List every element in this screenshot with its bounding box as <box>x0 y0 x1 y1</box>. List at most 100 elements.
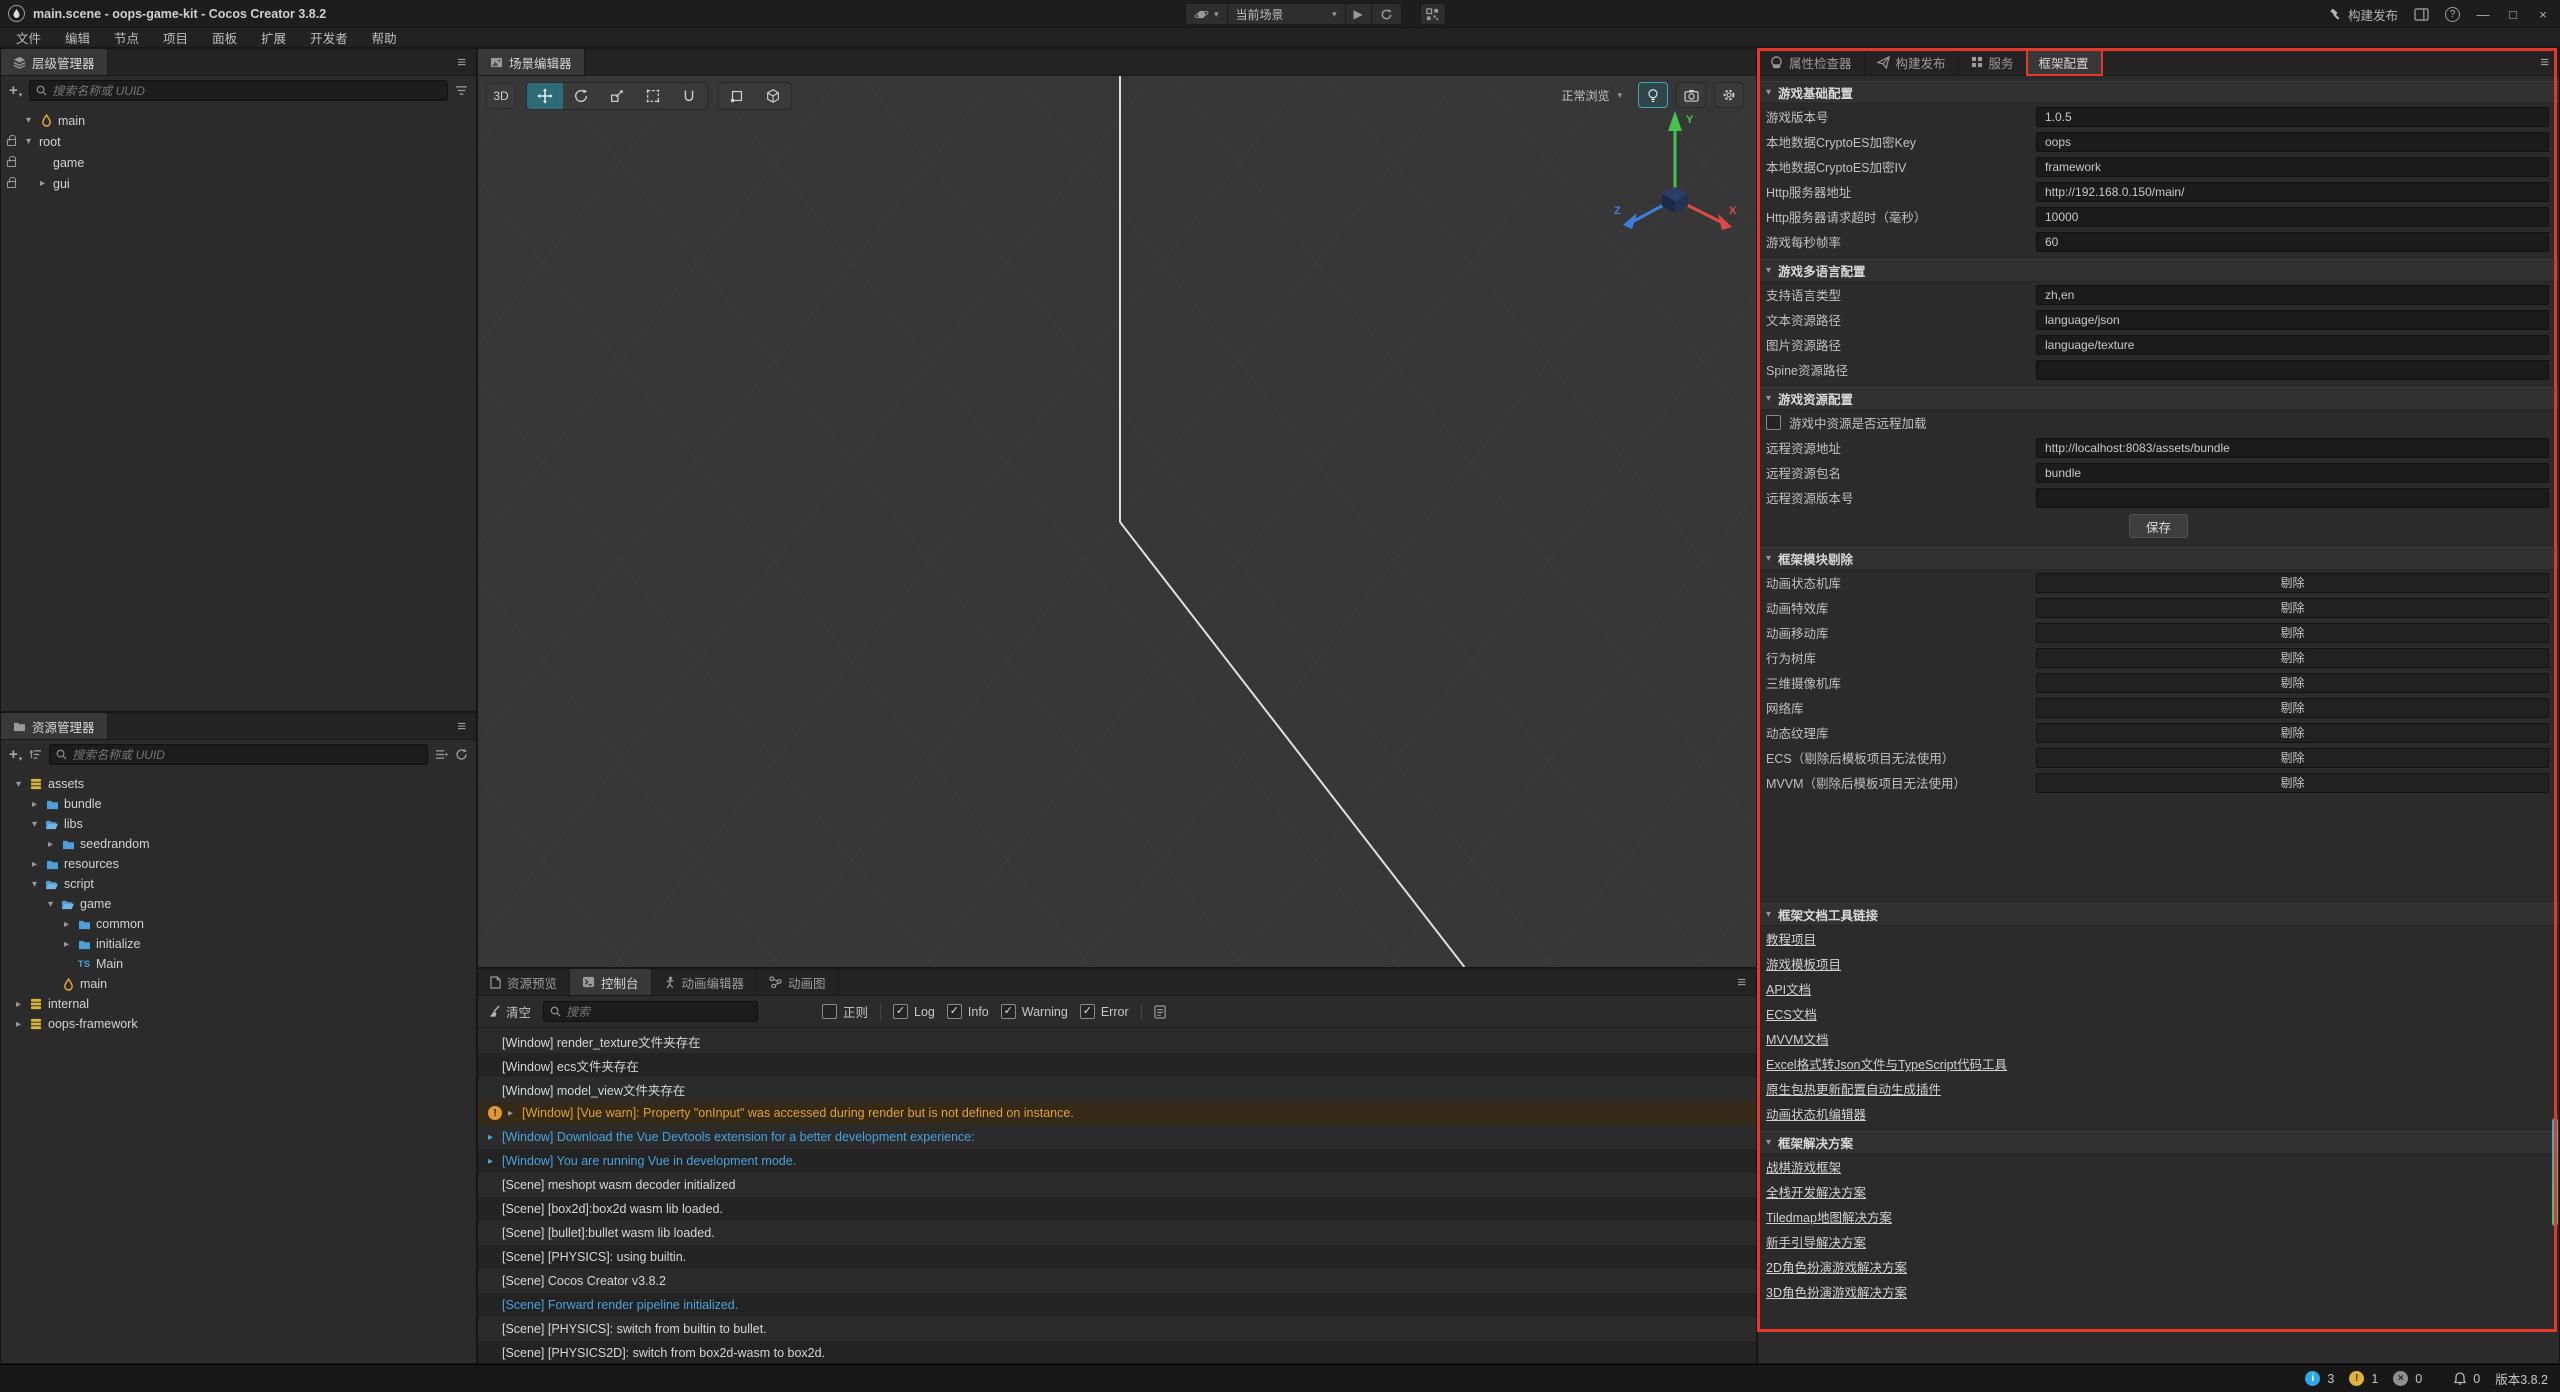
expand-chevron-icon[interactable] <box>29 799 40 810</box>
log-row[interactable]: ! ▸ [Scene] [PHYSICS]: switch from built… <box>478 1317 1756 1341</box>
asset-node-row[interactable]: assets <box>1 774 476 794</box>
scene-viewport[interactable] <box>478 76 1756 967</box>
hierarchy-search[interactable] <box>29 80 448 101</box>
axis-gizmo[interactable]: Y X Z <box>1610 99 1740 239</box>
doc-link[interactable]: 教程项目 <box>1766 929 1816 948</box>
field-input[interactable] <box>2036 182 2549 202</box>
build-publish-button[interactable]: 构建发布 <box>2329 5 2398 24</box>
section-resource-config[interactable]: ▾ 游戏资源配置 <box>1758 387 2559 410</box>
log-row[interactable]: ! ▸ [Window] [Vue warn]: Property "onInp… <box>478 1101 1756 1125</box>
console-search-input[interactable] <box>566 1005 751 1019</box>
expand-chevron-icon[interactable] <box>29 819 40 830</box>
expand-chevron-icon[interactable] <box>13 1019 24 1030</box>
doc-link[interactable]: 动画状态机编辑器 <box>1766 1104 1866 1123</box>
close-button[interactable]: × <box>2536 7 2550 22</box>
layout-panel-icon[interactable] <box>2414 8 2429 21</box>
info-badge-icon[interactable]: i <box>2305 1371 2320 1386</box>
pivot-toggle-button[interactable] <box>719 83 755 109</box>
bell-icon[interactable] <box>2454 1372 2466 1385</box>
field-input[interactable] <box>2036 463 2549 483</box>
assets-filter-icon[interactable] <box>435 749 448 760</box>
asset-node-row[interactable]: initialize <box>1 934 476 954</box>
doc-link[interactable]: ECS文档 <box>1766 1004 1817 1023</box>
asset-node-row[interactable]: Main <box>1 954 476 974</box>
strip-module-button[interactable]: 剔除 <box>2036 623 2549 643</box>
expand-chevron-icon[interactable] <box>13 999 24 1010</box>
assets-search[interactable] <box>49 744 428 765</box>
preview-target-button[interactable]: ▾ <box>1185 3 1228 25</box>
expand-chevron-icon[interactable] <box>13 779 24 790</box>
tab-console[interactable]: 控制台 <box>570 969 652 995</box>
solution-link[interactable]: 3D角色扮演游戏解决方案 <box>1766 1282 1907 1301</box>
asset-node-row[interactable]: libs <box>1 814 476 834</box>
coordinate-toggle-button[interactable] <box>755 83 791 109</box>
strip-module-button[interactable]: 剔除 <box>2036 573 2549 593</box>
expand-chevron-icon[interactable] <box>61 939 72 950</box>
help-button[interactable]: ? <box>2445 7 2460 22</box>
sort-assets-icon[interactable] <box>29 749 42 760</box>
checkbox-box[interactable] <box>1766 415 1781 430</box>
field-input[interactable] <box>2036 360 2549 380</box>
solution-link[interactable]: Tiledmap地图解决方案 <box>1766 1207 1892 1226</box>
strip-module-button[interactable]: 剔除 <box>2036 698 2549 718</box>
reload-button[interactable] <box>1372 3 1402 25</box>
expand-caret-icon[interactable]: ▸ <box>488 1132 502 1143</box>
field-input[interactable] <box>2036 335 2549 355</box>
expand-chevron-icon[interactable] <box>29 859 40 870</box>
field-input[interactable] <box>2036 207 2549 227</box>
menu-file[interactable]: 文件 <box>4 28 53 47</box>
menu-project[interactable]: 项目 <box>151 28 200 47</box>
hierarchy-node-row[interactable]: main <box>1 110 476 131</box>
rect-tool-button[interactable] <box>635 83 671 109</box>
strip-module-button[interactable]: 剔除 <box>2036 748 2549 768</box>
doc-link[interactable]: API文档 <box>1766 979 1811 998</box>
menu-panel[interactable]: 面板 <box>200 28 249 47</box>
anchor-tool-button[interactable] <box>671 83 707 109</box>
projection-3d-button[interactable]: 3D <box>486 83 516 109</box>
tab-animation-editor[interactable]: 动画编辑器 <box>652 969 758 995</box>
asset-node-row[interactable]: resources <box>1 854 476 874</box>
view-mode-dropdown[interactable]: 正常浏览 ▾ <box>1553 82 1630 108</box>
minimize-button[interactable]: — <box>2476 7 2490 22</box>
doc-link[interactable]: 原生包热更新配置自动生成插件 <box>1766 1079 1941 1098</box>
hierarchy-node-row[interactable]: game <box>1 152 476 173</box>
inspector-scrollbar-thumb[interactable] <box>2552 1118 2558 1226</box>
menu-node[interactable]: 节点 <box>102 28 151 47</box>
create-asset-button[interactable]: +▾ <box>9 746 22 763</box>
solution-link[interactable]: 战棋游戏框架 <box>1766 1157 1841 1176</box>
hierarchy-node-row[interactable]: gui <box>1 173 476 194</box>
scene-select-dropdown[interactable]: 当前场景 ▾ <box>1228 3 1346 25</box>
lock-icon[interactable] <box>7 139 16 146</box>
doc-link[interactable]: Excel格式转Json文件与TypeScript代码工具 <box>1766 1054 2007 1073</box>
hierarchy-search-input[interactable] <box>52 84 441 98</box>
solution-link[interactable]: 新手引导解决方案 <box>1766 1232 1866 1251</box>
asset-node-row[interactable]: seedrandom <box>1 834 476 854</box>
lighting-toggle-button[interactable] <box>1638 82 1668 108</box>
menu-help[interactable]: 帮助 <box>360 28 409 47</box>
asset-node-row[interactable]: game <box>1 894 476 914</box>
move-tool-button[interactable] <box>527 83 563 109</box>
log-row[interactable]: ! ▸ [Scene] Cocos Creator v3.8.2 <box>478 1269 1756 1293</box>
expand-chevron-icon[interactable] <box>37 178 48 189</box>
console-menu-icon[interactable]: ≡ <box>1727 974 1756 991</box>
doc-link[interactable]: 游戏模板项目 <box>1766 954 1841 973</box>
expand-chevron-icon[interactable] <box>61 919 72 930</box>
expand-chevron-icon[interactable] <box>45 899 56 910</box>
expand-chevron-icon[interactable] <box>45 839 56 850</box>
doc-link[interactable]: MVVM文档 <box>1766 1029 1829 1048</box>
log-row[interactable]: ! ▸ [Window] render_texture文件夹存在 <box>478 1029 1756 1053</box>
filter-warning-checkbox[interactable]: ✓Warning <box>1001 1004 1068 1019</box>
asset-node-row[interactable]: bundle <box>1 794 476 814</box>
log-row[interactable]: ! ▸ [Window] You are running Vue in deve… <box>478 1149 1756 1173</box>
scale-tool-button[interactable] <box>599 83 635 109</box>
strip-module-button[interactable]: 剔除 <box>2036 598 2549 618</box>
assets-menu-icon[interactable]: ≡ <box>447 718 476 735</box>
hierarchy-node-row[interactable]: root <box>1 131 476 152</box>
tab-framework-config[interactable]: 框架配置 <box>2027 49 2102 75</box>
hierarchy-filter-icon[interactable] <box>455 85 468 96</box>
tab-build-publish[interactable]: 构建发布 <box>1865 49 1959 75</box>
solution-link[interactable]: 全栈开发解决方案 <box>1766 1182 1866 1201</box>
expand-chevron-icon[interactable] <box>23 115 34 126</box>
clear-console-button[interactable]: 清空 <box>488 1002 531 1021</box>
play-button[interactable]: ▶ <box>1346 3 1372 25</box>
